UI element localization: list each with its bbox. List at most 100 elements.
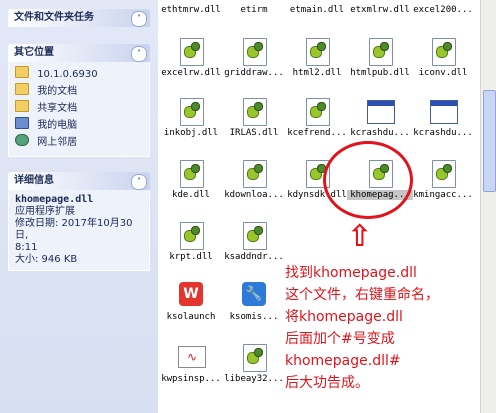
file-name: htmlpub.dll — [350, 68, 410, 78]
window-app-icon — [430, 100, 458, 124]
file-item[interactable]: griddraw... — [221, 34, 287, 80]
file-item[interactable]: inkobj.dll — [158, 94, 224, 140]
file-tasks-header[interactable]: 文件和文件夹任务 ˅ — [8, 9, 150, 27]
dll-file-icon — [180, 38, 204, 66]
file-name: ksolaunch — [166, 312, 216, 322]
task-pane: 文件和文件夹任务 ˅ 其它位置 ˄ 10.1.0.6930 我的文档 共享文档 — [0, 0, 158, 413]
annotation-line: 后面加个#号变成 — [285, 331, 395, 347]
file-name: etirm — [240, 5, 268, 15]
dll-file-icon — [432, 160, 456, 188]
waveform-icon: ∿ — [178, 346, 206, 368]
chevron-up-icon[interactable]: ˄ — [131, 46, 147, 62]
details-header[interactable]: 详细信息 ˄ — [8, 172, 150, 190]
file-item[interactable]: ksaddndr... — [221, 218, 287, 264]
dll-file-icon — [243, 160, 267, 188]
file-item[interactable]: kde.dll — [158, 156, 224, 202]
file-name: etmain.dll — [289, 5, 345, 15]
file-name: excel200... — [413, 5, 473, 15]
file-name: kdownloa... — [224, 190, 284, 200]
place-item-my-documents[interactable]: 我的文档 — [15, 83, 143, 100]
dll-file-icon — [243, 38, 267, 66]
dll-file-icon — [306, 38, 330, 66]
wps-office-icon: W — [179, 282, 203, 306]
file-item[interactable]: libeay32... — [221, 340, 287, 386]
file-name: etxmlrw.dll — [350, 5, 410, 15]
other-places-title: 其它位置 — [14, 47, 54, 58]
file-name: krpt.dll — [169, 252, 213, 262]
file-name: ethtmrw.dll — [161, 5, 221, 15]
file-name: kmingacc... — [413, 190, 473, 200]
file-item[interactable]: kdownloa... — [221, 156, 287, 202]
details-file-type: 应用程序扩展 — [15, 206, 75, 217]
file-name: excelrw.dll — [161, 68, 221, 78]
file-item[interactable]: html2.dll — [284, 34, 350, 80]
chevron-down-icon[interactable]: ˅ — [131, 11, 147, 27]
file-name: kcrashdu... — [413, 128, 473, 138]
place-item-label: 共享文档 — [37, 103, 78, 114]
file-tasks-title: 文件和文件夹任务 — [14, 12, 94, 23]
file-item[interactable]: ethtmrw.dll — [158, 0, 224, 16]
file-item[interactable]: IRLAS.dll — [221, 94, 287, 140]
network-icon — [15, 134, 29, 146]
file-item[interactable]: W ksolaunch — [158, 278, 224, 324]
file-item[interactable]: htmlpub.dll — [347, 34, 413, 80]
scrollbar-thumb[interactable] — [483, 90, 496, 192]
dll-file-icon — [243, 222, 267, 250]
dll-file-icon — [369, 38, 393, 66]
file-name: html2.dll — [292, 68, 342, 78]
file-tasks-panel: 文件和文件夹任务 ˅ — [8, 9, 150, 27]
folder-icon — [15, 83, 29, 95]
place-item-label: 我的电脑 — [37, 120, 78, 131]
details-panel: 详细信息 ˄ khomepage.dll 应用程序扩展 修改日期: 2017年1… — [8, 172, 150, 271]
place-item-network-folder[interactable]: 10.1.0.6930 — [15, 66, 143, 83]
file-item[interactable]: ∿ kwpsinsp... — [158, 340, 224, 386]
file-item[interactable]: iconv.dll — [410, 34, 476, 80]
file-item[interactable]: etmain.dll — [284, 0, 350, 16]
file-item[interactable]: kcrashdu... — [347, 94, 413, 140]
file-item[interactable]: etxmlrw.dll — [347, 0, 413, 16]
details-title: 详细信息 — [14, 175, 54, 186]
place-item-shared-documents[interactable]: 共享文档 — [15, 100, 143, 117]
file-item[interactable]: etirm — [221, 0, 287, 16]
file-item[interactable]: kmingacc... — [410, 156, 476, 202]
folder-icon — [15, 66, 29, 78]
file-name: IRLAS.dll — [229, 128, 279, 138]
file-item[interactable]: excelrw.dll — [158, 34, 224, 80]
annotation-line: 这个文件，右键重命名， — [285, 287, 439, 303]
dll-file-icon — [432, 38, 456, 66]
dll-file-icon — [180, 222, 204, 250]
file-name: iconv.dll — [418, 68, 468, 78]
details-modified-time: 8:11 — [15, 242, 38, 253]
place-item-my-computer[interactable]: 我的电脑 — [15, 117, 143, 134]
annotation-line: 后大功告成。 — [285, 375, 369, 391]
file-name: griddraw... — [224, 68, 284, 78]
arrow-up-icon: ⇧ — [347, 219, 373, 254]
file-name: kcrashdu... — [350, 128, 410, 138]
file-name: kcefrend... — [287, 128, 347, 138]
details-file-name: khomepage.dll — [15, 194, 94, 205]
place-item-network-places[interactable]: 网上邻居 — [15, 134, 143, 151]
file-name: ksaddndr... — [224, 252, 284, 262]
file-item[interactable]: excel200... — [410, 0, 476, 16]
folder-icon — [15, 100, 29, 112]
dll-file-icon — [243, 344, 267, 372]
details-body: khomepage.dll 应用程序扩展 修改日期: 2017年10月30日, … — [8, 190, 150, 271]
file-name: kwpsinsp... — [161, 374, 221, 384]
chevron-up-icon[interactable]: ˄ — [131, 174, 147, 190]
dll-file-icon — [306, 98, 330, 126]
details-file-size: 大小: 946 KB — [15, 254, 78, 265]
other-places-panel: 其它位置 ˄ 10.1.0.6930 我的文档 共享文档 我的电脑 网上邻居 — [8, 44, 150, 157]
file-item[interactable]: 🔧 ksomis... — [221, 278, 287, 324]
file-item[interactable]: krpt.dll — [158, 218, 224, 264]
file-item[interactable]: kcefrend... — [284, 94, 350, 140]
details-modified-date: 修改日期: 2017年10月30日, — [15, 218, 133, 241]
file-item[interactable]: kcrashdu... — [410, 94, 476, 140]
file-name: kde.dll — [172, 190, 210, 200]
dll-file-icon — [243, 98, 267, 126]
dll-file-icon — [180, 160, 204, 188]
computer-icon — [15, 117, 29, 129]
annotation-text: 找到khomepage.dll 这个文件，右键重命名， 将khomepage.d… — [285, 262, 485, 394]
file-name: inkobj.dll — [163, 128, 219, 138]
other-places-header[interactable]: 其它位置 ˄ — [8, 44, 150, 62]
other-places-body: 10.1.0.6930 我的文档 共享文档 我的电脑 网上邻居 — [8, 62, 150, 157]
